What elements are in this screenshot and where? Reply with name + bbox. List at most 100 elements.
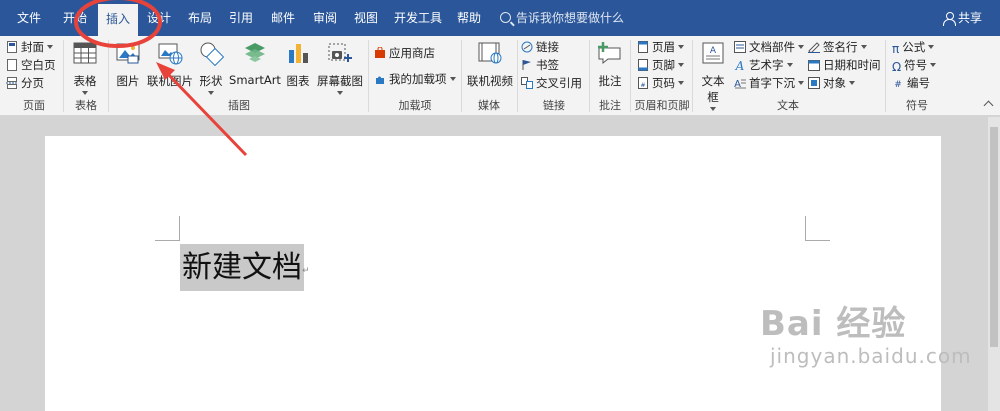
document-text[interactable]: 新建文档 — [180, 244, 304, 291]
picture-button[interactable]: 图片 — [112, 40, 144, 89]
group-label-pages: 页面 — [23, 99, 45, 112]
tab-view[interactable]: 视图 — [349, 0, 383, 36]
table-label: 表格 — [73, 74, 97, 88]
ribbon-insert: 封面 空白页 分页 页面 表格 表格 图片 联机图片 形状 SmartArt 图… — [0, 36, 1000, 116]
bookmark-button[interactable]: 书签 — [521, 56, 559, 74]
group-divider — [885, 40, 886, 112]
dropcap-button[interactable]: A 首字下沉 — [734, 74, 804, 92]
smartart-icon — [245, 43, 265, 62]
equation-button[interactable]: π 公式 — [892, 38, 935, 56]
page-number-icon: # — [638, 77, 648, 89]
tab-layout[interactable]: 布局 — [183, 0, 217, 36]
link-label: 链接 — [536, 40, 559, 54]
group-label-links: 链接 — [543, 99, 565, 112]
wordart-label: 艺术字 — [749, 58, 784, 72]
blank-page-button[interactable]: 空白页 — [6, 56, 56, 74]
cross-reference-button[interactable]: 交叉引用 — [521, 74, 582, 92]
table-icon — [73, 42, 97, 64]
tab-home[interactable]: 开始 — [58, 0, 92, 36]
svg-text:#: # — [894, 80, 902, 89]
page-break-label: 分页 — [21, 76, 44, 90]
quick-parts-button[interactable]: 文档部件 — [734, 38, 804, 56]
tab-review[interactable]: 审阅 — [308, 0, 342, 36]
number-icon: # — [894, 80, 902, 89]
watermark-brand: Bai 经验 — [760, 304, 907, 344]
symbol-button[interactable]: Ω 符号 — [892, 56, 937, 74]
cross-reference-label: 交叉引用 — [536, 76, 582, 90]
tab-design[interactable]: 设计 — [142, 0, 176, 36]
svg-text:A: A — [710, 46, 717, 56]
blank-page-label: 空白页 — [21, 58, 56, 72]
shapes-button[interactable]: 形状 — [196, 40, 226, 95]
group-divider — [517, 40, 518, 112]
footer-button[interactable]: 页脚 — [637, 56, 684, 74]
group-divider — [461, 40, 462, 112]
paragraph-mark-icon: ↵ — [302, 266, 310, 276]
group-label-table: 表格 — [75, 99, 97, 112]
group-divider — [108, 40, 109, 112]
ribbon-tab-bar: 文件 开始 插入 设计 布局 引用 邮件 审阅 视图 开发工具 帮助 告诉我你想… — [0, 0, 1000, 36]
bookmark-label: 书签 — [536, 58, 559, 72]
object-button[interactable]: 对象 — [808, 74, 855, 92]
cross-reference-icon — [521, 77, 533, 89]
signature-line-button[interactable]: 签名行 — [808, 38, 867, 56]
table-button[interactable]: 表格 — [68, 40, 102, 95]
number-label: 编号 — [907, 76, 930, 90]
symbol-label: 符号 — [904, 58, 928, 72]
chart-label: 图表 — [286, 74, 310, 88]
datetime-button[interactable]: 日期和时间 — [808, 56, 881, 74]
comment-button[interactable]: 批注 — [594, 40, 626, 89]
calendar-icon — [808, 60, 820, 71]
tab-file[interactable]: 文件 — [12, 0, 46, 36]
share-label: 共享 — [957, 11, 982, 25]
store-button[interactable]: 应用商店 — [374, 44, 435, 62]
online-video-label: 联机视频 — [467, 74, 513, 88]
tell-me-search[interactable]: 告诉我你想要做什么 — [500, 0, 624, 36]
comment-icon — [598, 42, 621, 65]
tab-mailings[interactable]: 邮件 — [266, 0, 300, 36]
header-label: 页眉 — [652, 40, 675, 54]
svg-text:#: # — [640, 82, 645, 89]
online-picture-button[interactable]: 联机图片 — [146, 40, 194, 89]
header-button[interactable]: 页眉 — [637, 38, 684, 56]
share-button[interactable]: 共享 — [942, 0, 982, 36]
tab-help[interactable]: 帮助 — [452, 0, 486, 36]
chart-icon — [289, 44, 308, 63]
smartart-button[interactable]: SmartArt — [229, 40, 281, 87]
quick-parts-icon — [734, 41, 746, 53]
group-divider — [368, 40, 369, 112]
person-icon — [942, 12, 956, 26]
page-number-button[interactable]: # 页码 — [637, 74, 684, 92]
screenshot-icon — [328, 43, 352, 62]
tab-references[interactable]: 引用 — [224, 0, 258, 36]
cover-page-label: 封面 — [21, 40, 44, 54]
svg-text:A: A — [735, 59, 745, 71]
footer-label: 页脚 — [652, 58, 675, 72]
group-label-media: 媒体 — [478, 99, 500, 112]
screenshot-button[interactable]: 屏幕截图 — [314, 40, 366, 95]
header-icon — [638, 41, 648, 53]
tab-insert[interactable]: 插入 — [98, 4, 138, 36]
vertical-scrollbar[interactable] — [988, 117, 1000, 411]
object-label: 对象 — [823, 76, 846, 90]
online-video-button[interactable]: 联机视频 — [466, 40, 514, 89]
bookmark-icon — [522, 60, 531, 70]
wordart-icon: A — [735, 59, 745, 71]
chart-button[interactable]: 图表 — [284, 40, 312, 89]
online-picture-icon — [158, 43, 183, 65]
group-label-addins: 加载项 — [398, 99, 432, 112]
collapse-ribbon-icon[interactable] — [983, 100, 994, 111]
number-button[interactable]: # 编号 — [892, 74, 930, 92]
tab-developer[interactable]: 开发工具 — [390, 0, 446, 36]
smartart-label: SmartArt — [229, 73, 281, 87]
scroll-thumb[interactable] — [990, 127, 998, 347]
my-addins-button[interactable]: 我的加载项 — [374, 70, 456, 88]
page-number-label: 页码 — [652, 76, 675, 90]
page-break-button[interactable]: 分页 — [6, 74, 44, 92]
group-divider — [589, 40, 590, 112]
object-icon — [808, 77, 820, 89]
link-button[interactable]: 链接 — [521, 38, 559, 56]
cover-page-button[interactable]: 封面 — [6, 38, 53, 56]
group-label-comments: 批注 — [599, 99, 621, 112]
wordart-button[interactable]: A 艺术字 — [734, 56, 793, 74]
